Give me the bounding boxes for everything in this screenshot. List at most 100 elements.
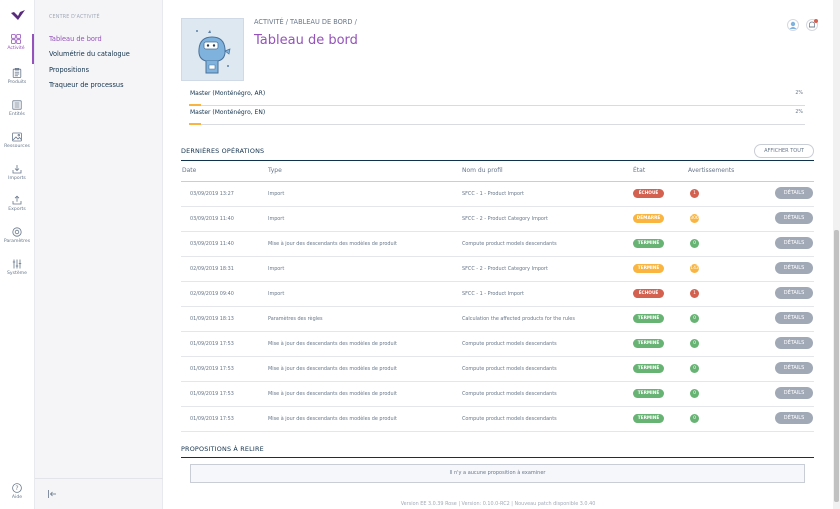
completeness-row: Master (Monténégro, EN) 2% <box>189 106 805 125</box>
export-icon <box>12 195 22 205</box>
table-row: 01/09/2019 17:53 Mise à jour des descend… <box>181 382 814 407</box>
proposals-section-title: PROPOSITIONS À RELIRE <box>181 445 264 453</box>
operation-date: 01/09/2019 17:53 <box>190 366 234 372</box>
warning-count-badge: 1 <box>690 189 699 198</box>
operation-date: 01/09/2019 17:53 <box>190 416 234 422</box>
table-row: 03/09/2019 11:40 Import SFCC - 2 - Produ… <box>181 207 814 232</box>
warning-count-badge: 0 <box>690 339 699 348</box>
proposals-empty-message: Il n'y a aucune proposition à examiner <box>190 464 805 483</box>
status-badge: TERMINÉ <box>633 339 664 348</box>
robot-illustration <box>196 30 231 74</box>
user-avatar-icon <box>789 21 797 29</box>
operation-profile: SFCC - 1 - Product Import <box>462 291 524 297</box>
nav-system[interactable]: Système <box>0 259 34 289</box>
nav-exports[interactable]: Exports <box>0 195 34 225</box>
user-avatar[interactable] <box>787 19 799 31</box>
svg-text:?: ? <box>15 485 18 492</box>
nav-entities-label: Entités <box>9 112 25 117</box>
details-button[interactable]: DÉTAILS <box>775 387 813 399</box>
details-button[interactable]: DÉTAILS <box>775 262 813 274</box>
show-all-button[interactable]: AFFICHER TOUT <box>754 144 814 158</box>
status-badge: TERMINÉ <box>633 314 664 323</box>
table-row: 01/09/2019 17:53 Mise à jour des descend… <box>181 357 814 382</box>
subnav-title: CENTRE D'ACTIVITÉ <box>49 15 100 20</box>
status-badge: TERMINÉ <box>633 264 664 273</box>
nav-settings[interactable]: Paramètres <box>0 227 34 257</box>
nav-activity[interactable]: Activité <box>0 34 34 64</box>
operation-date: 01/09/2019 17:53 <box>190 341 234 347</box>
operation-type: Import <box>268 191 285 197</box>
subnav-item-catalog-volume[interactable]: Volumétrie du catalogue <box>49 50 130 58</box>
column-date: Date <box>182 167 197 174</box>
sliders-icon <box>12 259 22 269</box>
operation-type: Mise à jour des descendants des modèles … <box>268 366 397 372</box>
details-button[interactable]: DÉTAILS <box>775 287 813 299</box>
nav-help[interactable]: ? Aide <box>0 483 34 509</box>
details-button[interactable]: DÉTAILS <box>775 337 813 349</box>
operation-type: Import <box>268 216 285 222</box>
operation-profile: Compute product models descendants <box>462 391 557 397</box>
status-badge: TERMINÉ <box>633 414 664 423</box>
notifications-button[interactable] <box>806 19 818 31</box>
warning-count-badge: 1 <box>690 289 699 298</box>
clipboard-icon <box>12 68 22 78</box>
warning-count-badge: 0 <box>690 414 699 423</box>
completeness-bar <box>189 123 202 125</box>
nav-settings-label: Paramètres <box>3 239 31 244</box>
nav-assets[interactable]: Ressources <box>0 132 34 162</box>
status-badge: DÉMARRÉ <box>633 214 664 223</box>
status-badge: TERMINÉ <box>633 239 664 248</box>
operation-type: Import <box>268 291 285 297</box>
breadcrumb-activity[interactable]: ACTIVITÉ <box>254 18 284 26</box>
details-button[interactable]: DÉTAILS <box>775 212 813 224</box>
details-button[interactable]: DÉTAILS <box>775 312 813 324</box>
breadcrumb: ACTIVITÉ / TABLEAU DE BORD / <box>254 18 357 26</box>
operation-profile: Compute product models descendants <box>462 366 557 372</box>
details-button[interactable]: DÉTAILS <box>775 412 813 424</box>
operation-profile: Calculation the affected products for th… <box>462 316 575 322</box>
operations-section-title: DERNIÈRES OPÉRATIONS <box>181 147 265 155</box>
nav-entities[interactable]: Entités <box>0 100 34 130</box>
table-row: 01/09/2019 17:53 Mise à jour des descend… <box>181 332 814 357</box>
entities-icon <box>12 100 22 110</box>
nav-products[interactable]: Produits <box>0 68 34 98</box>
version-footer: Version EE 3.0.39 Rose | Version: 0.10.0… <box>400 501 596 507</box>
operation-profile: SFCC - 1 - Product Import <box>462 191 524 197</box>
operation-profile: Compute product models descendants <box>462 241 557 247</box>
breadcrumb-trailing-separator: / <box>352 18 357 26</box>
main-content: ACTIVITÉ / TABLEAU DE BORD / Tableau de … <box>163 0 833 509</box>
dashboard-illustration <box>181 18 244 81</box>
akeneo-logo[interactable] <box>10 9 26 21</box>
app-window: Activité Produits Entités Ressources Imp… <box>0 0 840 509</box>
table-row: 02/09/2019 18:31 Import SFCC - 2 - Produ… <box>181 257 814 282</box>
nav-help-label: Aide <box>11 495 23 500</box>
subnav-footer <box>35 478 163 509</box>
operation-profile: Compute product models descendants <box>462 416 557 422</box>
locale-name: Master (Monténégro, EN) <box>190 109 266 116</box>
column-state: État <box>633 167 646 174</box>
main-navigation: Activité Produits Entités Ressources Imp… <box>0 0 35 509</box>
activity-subnavigation: CENTRE D'ACTIVITÉ Tableau de bord Volumé… <box>35 0 163 509</box>
nav-products-label: Produits <box>7 80 27 85</box>
operation-profile: SFCC - 2 - Product Category Import <box>462 216 548 222</box>
column-profile: Nom du profil <box>462 167 503 174</box>
nav-imports[interactable]: Imports <box>0 164 34 194</box>
warning-count-badge: 0 <box>690 314 699 323</box>
table-row: 01/09/2019 18:13 Paramètres des règles C… <box>181 307 814 332</box>
status-badge: ÉCHOUÉ <box>633 289 664 298</box>
warning-count-badge: 306 <box>690 214 699 223</box>
subnav-item-dashboard[interactable]: Tableau de bord <box>49 35 102 43</box>
details-button[interactable]: DÉTAILS <box>775 362 813 374</box>
section-divider <box>181 160 814 161</box>
collapse-panel-icon[interactable] <box>47 489 57 499</box>
warning-count-badge: 0 <box>690 364 699 373</box>
subnav-item-proposals[interactable]: Propositions <box>49 66 89 74</box>
subnav-item-process-tracker[interactable]: Traqueur de processus <box>49 81 124 89</box>
operation-date: 03/09/2019 11:40 <box>190 241 234 247</box>
warning-count-badge: 143 <box>690 264 699 273</box>
details-button[interactable]: DÉTAILS <box>775 187 813 199</box>
details-button[interactable]: DÉTAILS <box>775 237 813 249</box>
breadcrumb-dashboard[interactable]: TABLEAU DE BORD <box>290 18 352 26</box>
table-row: 03/09/2019 11:40 Mise à jour des descend… <box>181 232 814 257</box>
scrollbar-thumb[interactable] <box>834 230 839 502</box>
